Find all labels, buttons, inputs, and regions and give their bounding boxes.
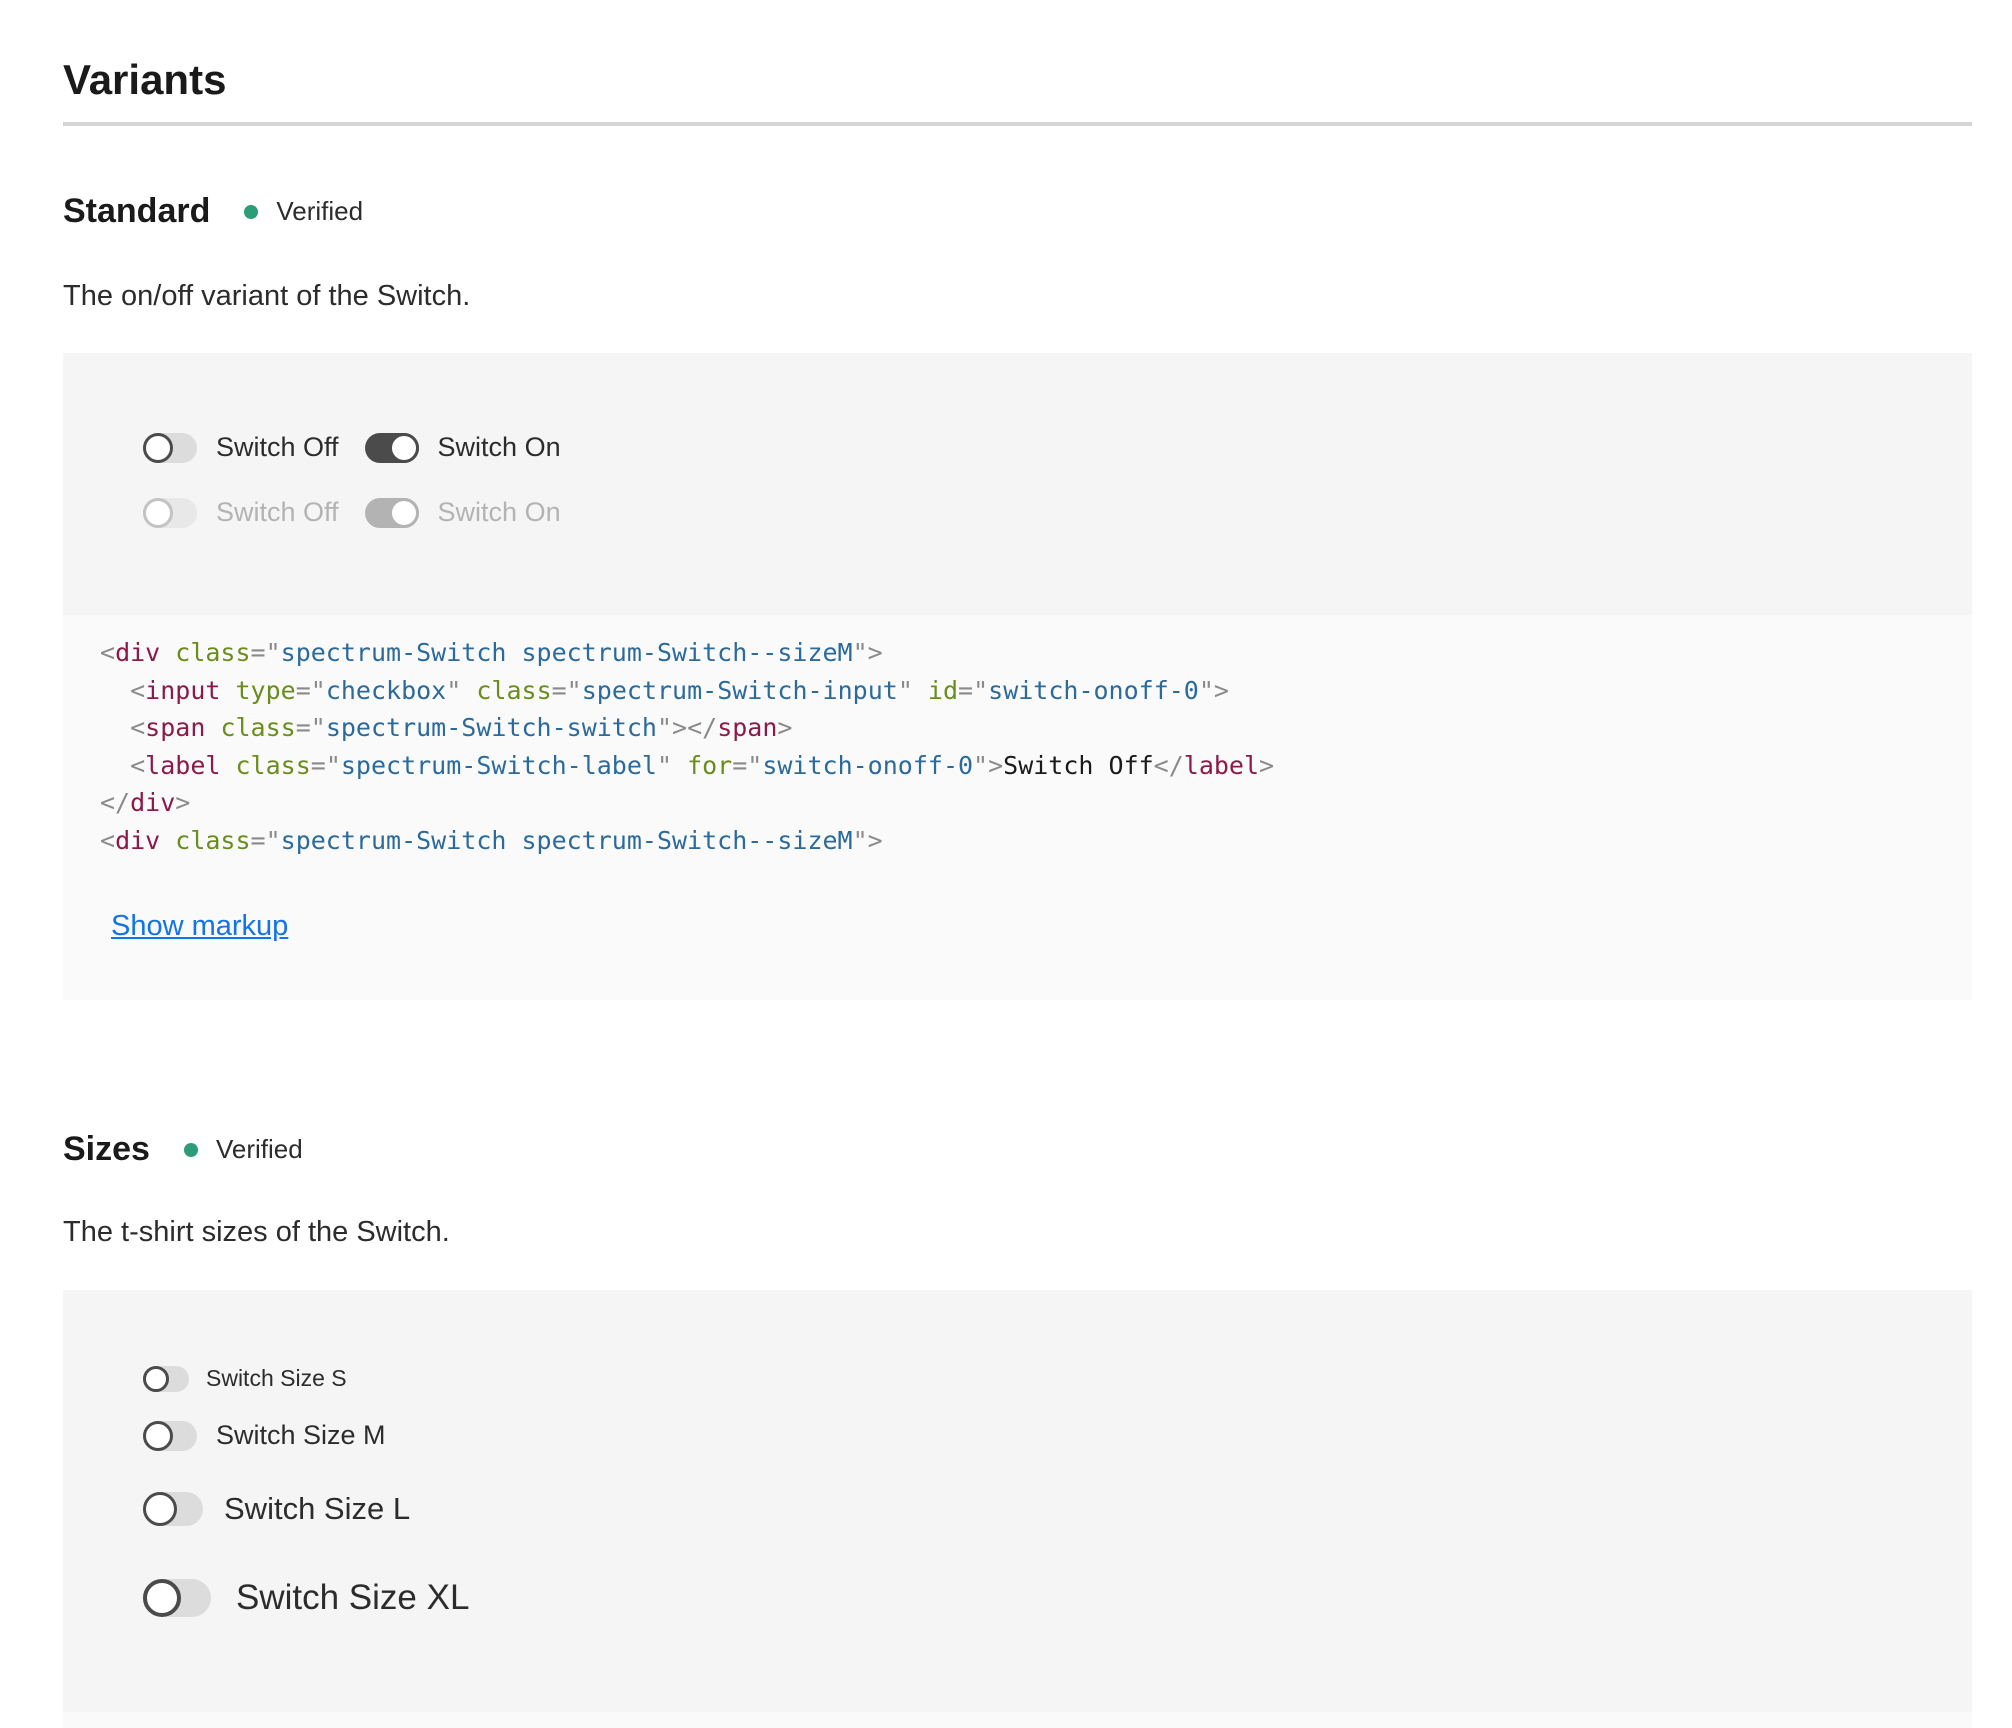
sizes-status-badge: Verified <box>183 1134 303 1165</box>
switch-track[interactable] <box>143 1365 189 1392</box>
switch-off[interactable]: Switch Off <box>143 432 339 463</box>
standard-switch-row-disabled: Switch Off Switch On <box>143 497 587 528</box>
switch-label: Switch On <box>437 497 561 527</box>
switch-on-disabled: Switch On <box>364 497 561 528</box>
switch-size-s[interactable]: Switch Size S <box>143 1365 347 1392</box>
standard-description: The on/off variant of the Switch. <box>63 280 471 312</box>
switch-label[interactable]: Switch Size S <box>206 1365 347 1392</box>
standard-status-badge: Verified <box>244 196 363 227</box>
switch-label: Switch Off <box>216 497 339 527</box>
switch-thumb <box>143 1579 181 1617</box>
switch-label[interactable]: Switch On <box>438 432 561 463</box>
switch-track[interactable] <box>143 1492 203 1526</box>
code-line-4: <label class="spectrum-Switch-label" for… <box>130 750 1275 780</box>
switch-track <box>143 497 197 528</box>
switch-thumb <box>388 497 419 528</box>
standard-heading: Standard Verified <box>63 192 363 231</box>
switch-size-xl-row: Switch Size XL <box>143 1578 495 1618</box>
switch-label[interactable]: Switch Size XL <box>236 1578 469 1618</box>
verified-dot-icon <box>244 204 259 219</box>
switch-size-l-row: Switch Size L <box>143 1491 436 1527</box>
sizes-title: Sizes <box>63 1130 150 1168</box>
code-line-2: <input type="checkbox" class="spectrum-S… <box>130 675 1229 705</box>
switch-thumb <box>143 1492 177 1526</box>
show-markup-link[interactable]: Show markup <box>111 910 288 943</box>
standard-title: Standard <box>63 192 211 230</box>
switch-track[interactable] <box>143 1420 197 1451</box>
switch-size-m-row: Switch Size M <box>143 1420 412 1451</box>
page-title: Variants <box>63 56 227 103</box>
switch-track[interactable] <box>143 1579 211 1617</box>
switch-thumb <box>388 432 419 463</box>
code-line-3: <span class="spectrum-Switch-switch"></s… <box>130 713 793 742</box>
switch-label[interactable]: Switch Size M <box>216 1420 386 1451</box>
sizes-description: The t-shirt sizes of the Switch. <box>63 1216 450 1248</box>
switch-size-s-row: Switch Size S <box>143 1365 373 1392</box>
sizes-heading: Sizes Verified <box>63 1130 303 1169</box>
switch-track[interactable] <box>143 432 197 463</box>
switch-off-disabled: Switch Off <box>143 497 339 528</box>
code-block: <div class="spectrum-Switch spectrum-Swi… <box>100 634 1274 859</box>
standard-example-panel <box>63 353 1972 615</box>
switch-track <box>364 497 419 528</box>
code-line-1: <div class="spectrum-Switch spectrum-Swi… <box>100 638 883 667</box>
switch-size-m[interactable]: Switch Size M <box>143 1420 386 1451</box>
title-divider <box>63 122 1972 126</box>
switch-on[interactable]: Switch On <box>364 432 561 463</box>
code-line-5: </div> <box>100 788 191 817</box>
sizes-markup-panel <box>63 1712 1972 1728</box>
standard-switch-row-enabled: Switch Off Switch On <box>143 432 587 463</box>
switch-thumb <box>143 1420 173 1451</box>
switch-track[interactable] <box>364 432 419 463</box>
switch-label[interactable]: Switch Off <box>216 432 339 463</box>
switch-size-l[interactable]: Switch Size L <box>143 1491 410 1527</box>
sizes-status-label: Verified <box>215 1134 303 1164</box>
code-line-6: <div class="spectrum-Switch spectrum-Swi… <box>100 825 883 855</box>
standard-status-label: Verified <box>276 196 364 226</box>
switch-thumb <box>143 497 173 528</box>
switch-thumb <box>143 432 173 463</box>
verified-dot-icon <box>183 1142 198 1157</box>
switch-size-xl[interactable]: Switch Size XL <box>143 1578 469 1618</box>
switch-thumb <box>143 1365 169 1392</box>
switch-label[interactable]: Switch Size L <box>224 1491 410 1527</box>
docs-page: Variants Standard Verified The on/off va… <box>0 0 2012 1728</box>
